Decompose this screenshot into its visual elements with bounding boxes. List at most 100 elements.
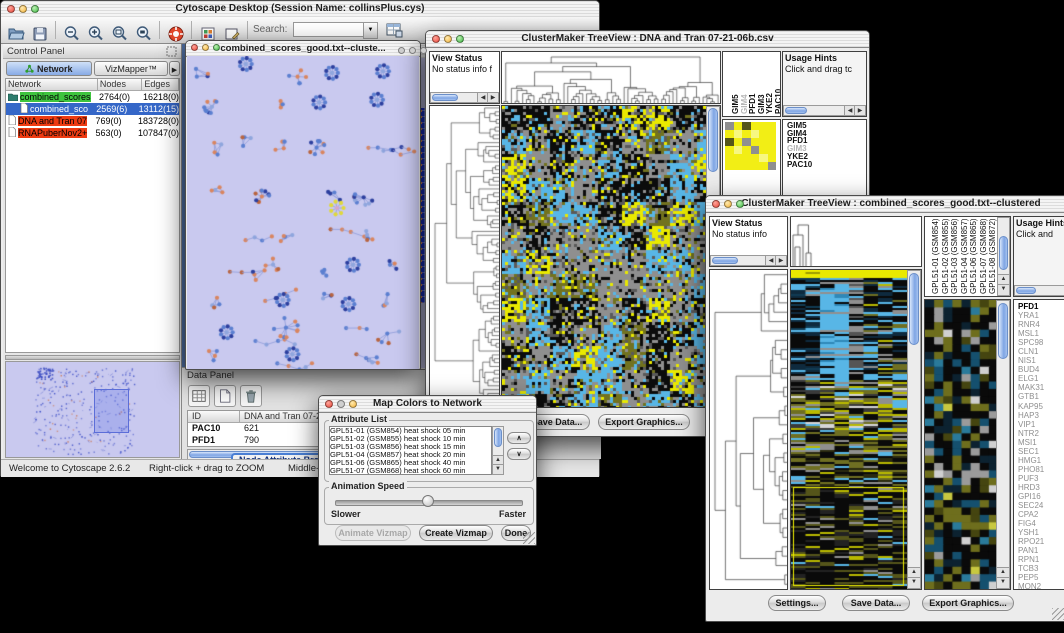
attribute-list-vscrollbar[interactable]: ▲ ▼ (492, 426, 504, 475)
network-overview[interactable] (5, 361, 180, 458)
help-ring-icon[interactable] (167, 21, 185, 39)
network-name-cell[interactable]: RNAPuberNov2+ (6, 127, 94, 139)
zoom-window-icon[interactable] (31, 5, 39, 13)
zoom-window-icon[interactable] (420, 47, 427, 54)
tv2-button-export-graphics-[interactable]: Export Graphics... (922, 595, 1014, 611)
minimize-icon[interactable] (444, 35, 452, 43)
save-icon[interactable] (31, 21, 49, 39)
scroll-down-icon[interactable]: ▼ (998, 284, 1009, 295)
attribute-list-item[interactable]: GPL51-07 (GSM868) heat shock 60 min (330, 467, 491, 475)
minimize-icon[interactable] (724, 200, 732, 208)
zoom-fit-icon[interactable] (111, 21, 129, 39)
speed-slider-thumb[interactable] (422, 495, 434, 507)
gene-label: TCB3 (1018, 564, 1064, 573)
tv1-column-dendrogram[interactable] (501, 51, 721, 104)
tv1-heatmap[interactable]: ▲ ▼ (501, 105, 721, 408)
zoom-out-icon[interactable] (63, 21, 81, 39)
close-icon[interactable] (7, 5, 15, 13)
tv2-status-scrollbar[interactable]: ◀ ▶ (710, 255, 787, 266)
zoom-window-icon[interactable] (349, 400, 357, 408)
network-tree-row[interactable]: combined_scores2764(0)16218(0) (6, 91, 179, 103)
tab-vizmapper[interactable]: VizMapper™ (94, 61, 168, 76)
dialog-button-animate-vizmap[interactable]: Animate Vizmap (335, 525, 411, 541)
matrix-cell (734, 162, 743, 170)
tv2-column-dendrogram[interactable] (790, 216, 922, 267)
tv2-labels-vscrollbar[interactable]: ▲ ▼ (997, 217, 1010, 296)
matrix-cell (751, 122, 760, 130)
column-header[interactable]: ID (188, 411, 240, 423)
annotation-icon[interactable] (223, 21, 241, 39)
network-window-titlebar[interactable]: combined_scores_good.txt--cluste... (186, 41, 420, 57)
tv2-button-settings-[interactable]: Settings... (768, 595, 826, 611)
tv2-row-dendrogram[interactable] (709, 269, 788, 590)
tab-network[interactable]: Network (6, 61, 92, 76)
network-tree-row[interactable]: combined_sco2569(6)13112(15) (6, 103, 179, 115)
minimize-icon[interactable] (202, 44, 209, 51)
move-down-button[interactable]: ∨ (507, 448, 531, 460)
tv2-heatmap-vscrollbar[interactable]: ▲ ▼ (907, 270, 921, 589)
close-icon[interactable] (398, 47, 405, 54)
resize-grip[interactable] (523, 532, 535, 544)
dialog-titlebar[interactable]: Map Colors to Network (319, 396, 536, 413)
network-name-cell[interactable]: DNA and Tran 07 (6, 115, 94, 127)
scroll-down-icon[interactable]: ▼ (908, 577, 920, 588)
scroll-right-icon[interactable]: ▶ (854, 106, 865, 115)
close-icon[interactable] (325, 400, 333, 408)
close-icon[interactable] (712, 200, 720, 208)
nodes-count: 563(0) (94, 128, 136, 138)
matrix-cell (742, 138, 751, 146)
network-tree-row[interactable]: RNAPuberNov2+563(0)107847(0) (6, 127, 179, 139)
zoom-window-icon[interactable] (736, 200, 744, 208)
zoom-selected-icon[interactable] (135, 21, 153, 39)
panel-divider[interactable] (5, 355, 180, 360)
minimize-icon[interactable] (19, 5, 27, 13)
down-arrow-icon: ∨ (516, 451, 521, 458)
float-panel-icon[interactable] (166, 46, 177, 57)
network-canvas[interactable] (187, 56, 419, 369)
tv1-status-scrollbar[interactable]: ◀ ▶ (430, 92, 499, 103)
scroll-right-icon[interactable]: ▶ (775, 256, 786, 265)
attribute-listbox[interactable]: GPL51-01 (GSM854) heat shock 05 minGPL51… (329, 426, 492, 475)
minimize-icon[interactable] (337, 400, 345, 408)
network-name-cell[interactable]: combined_sco (6, 103, 94, 115)
search-input[interactable] (293, 22, 365, 37)
tv1-row-dendrogram[interactable] (429, 105, 500, 408)
close-icon[interactable] (432, 35, 440, 43)
tab-overflow-arrow[interactable]: ▶ (169, 61, 180, 76)
tv2-button-save-data-[interactable]: Save Data... (842, 595, 910, 611)
close-icon[interactable] (191, 44, 198, 51)
resize-grip[interactable] (1052, 608, 1064, 620)
column-header[interactable]: Nodes (98, 79, 143, 91)
column-header[interactable]: Edges (142, 79, 179, 91)
tv2-zoom-vscrollbar[interactable]: ▲ ▼ (996, 300, 1010, 589)
scroll-right-icon[interactable]: ▶ (487, 93, 498, 102)
scroll-down-icon[interactable]: ▼ (493, 464, 503, 474)
window-controls[interactable] (7, 5, 39, 13)
tv1-button-export-graphics-[interactable]: Export Graphics... (598, 414, 690, 430)
tv1-hints-scrollbar[interactable]: ◀ ▶ (783, 105, 866, 116)
treeview1-titlebar[interactable]: ClusterMaker TreeView : DNA and Tran 07-… (426, 31, 869, 48)
network-tree-row[interactable]: DNA and Tran 07769(0)183728(0) (6, 115, 179, 127)
scroll-down-icon[interactable]: ▼ (997, 577, 1009, 588)
column-header[interactable]: Network (6, 79, 98, 91)
table-icon[interactable] (188, 385, 210, 407)
main-titlebar[interactable]: Cytoscape Desktop (Session Name: collins… (1, 1, 599, 18)
move-up-button[interactable]: ∧ (507, 432, 531, 444)
panel-grid-icon[interactable] (199, 21, 217, 39)
delete-icon[interactable] (240, 385, 262, 407)
zoom-in-icon[interactable] (87, 21, 105, 39)
tv1-column-label: GIM5 (731, 94, 740, 114)
zoom-window-icon[interactable] (456, 35, 464, 43)
dialog-button-create-vizmap[interactable]: Create Vizmap (419, 525, 493, 541)
tv2-heatmap[interactable]: ▲ ▼ (790, 269, 922, 590)
minimize-icon[interactable] (409, 47, 416, 54)
search-dropdown-button[interactable]: ▼ (363, 22, 378, 39)
zoom-window-icon[interactable] (213, 44, 220, 51)
treeview2-titlebar[interactable]: ClusterMaker TreeView : combined_scores_… (706, 196, 1064, 213)
tv2-zoom-heatmap[interactable]: ▲ ▼ (924, 299, 1011, 590)
network-name-cell[interactable]: combined_scores (6, 92, 97, 103)
tv2-hints-scrollbar[interactable]: ◀ ▶ (1014, 285, 1064, 296)
new-doc-icon[interactable] (214, 385, 236, 407)
overview-viewport-rect[interactable] (94, 389, 129, 433)
open-file-icon[interactable] (7, 21, 25, 39)
